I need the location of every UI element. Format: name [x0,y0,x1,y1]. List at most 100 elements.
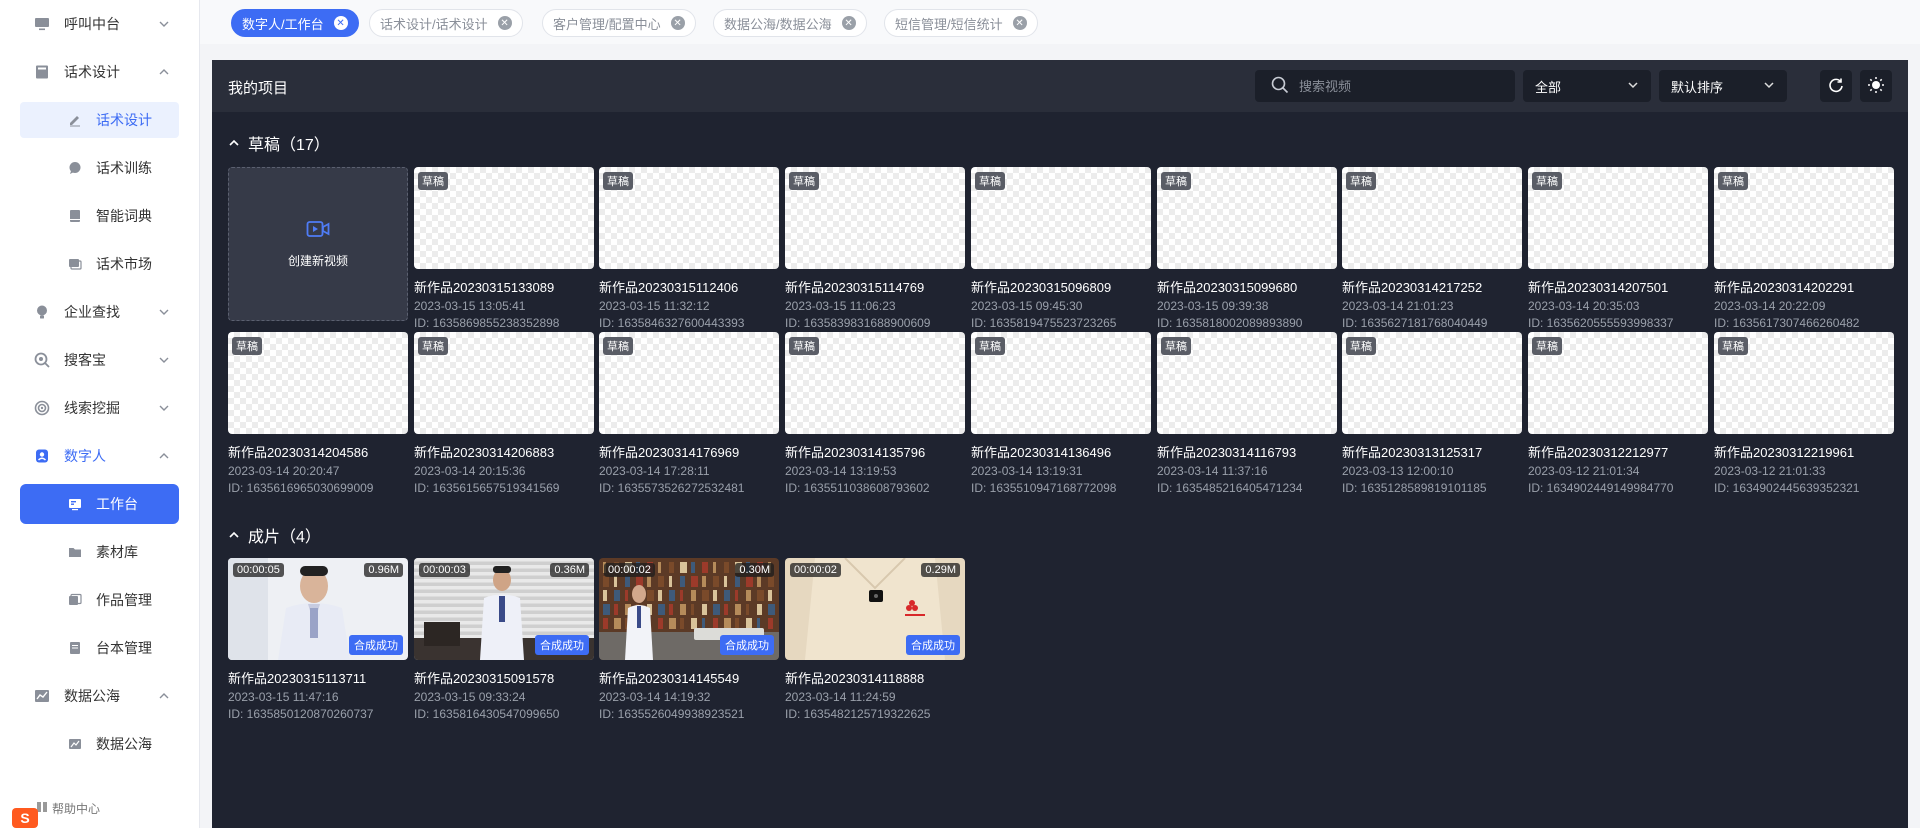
draft-thumbnail[interactable]: 草稿 [1714,167,1894,269]
close-icon[interactable]: ✕ [333,16,348,30]
draft-card[interactable]: 草稿 新作品20230315096809 2023-03-15 09:45:30 ID… [971,167,1151,330]
draft-card[interactable]: 草稿 新作品20230315114769 2023-03-15 11:06:23 ID… [785,167,965,330]
video-thumbnail[interactable]: 00:00:03 0.36M 合成成功 [414,558,594,660]
card-title: 新作品20230314176969 [599,445,740,460]
sun-icon [1867,76,1885,97]
video-card[interactable]: 00:00:02 0.29M 合成成功 新作品20230314118888 2023-0… [785,558,965,721]
draft-card[interactable]: 草稿 新作品20230313125317 2023-03-13 12:00:10 ID… [1342,332,1522,495]
close-icon[interactable]: ✕ [670,16,685,30]
target-icon [34,400,50,416]
chevron-up-icon [157,689,171,703]
draft-thumbnail[interactable]: 草稿 [1714,332,1894,434]
sort-select[interactable]: 默认排序 [1659,70,1787,102]
draft-thumbnail[interactable]: 草稿 [599,332,779,434]
card-id: ID: 1635869855238352898 [414,316,560,330]
draft-card[interactable]: 草稿 新作品20230314136496 2023-03-14 13:19:31 ID… [971,332,1151,495]
video-card[interactable]: 00:00:03 0.36M 合成成功 新作品20230315091578 2023-0… [414,558,594,721]
draft-thumbnail[interactable]: 草稿 [785,167,965,269]
help-center-link[interactable]: 帮助中心 [36,800,100,817]
create-video-button[interactable]: 创建新视频 [228,167,408,321]
draft-card[interactable]: 草稿 新作品20230315112406 2023-03-15 11:32:12 ID… [599,167,779,330]
video-card[interactable]: 00:00:02 0.30M 合成成功 新作品20230314145549 2023-0… [599,558,779,721]
search-treasure-icon [34,352,50,368]
draft-card[interactable]: 草稿 新作品20230315099680 2023-03-15 09:39:38 ID… [1157,167,1337,330]
video-thumbnail[interactable]: 00:00:02 0.30M 合成成功 [599,558,779,660]
refresh-button[interactable] [1820,70,1852,102]
sidebar-group-1[interactable]: 话术设计 [0,48,199,96]
draft-card[interactable]: 草稿 新作品20230315133089 2023-03-15 13:05:41 ID… [414,167,594,330]
draft-thumbnail[interactable]: 草稿 [414,332,594,434]
draft-card[interactable]: 草稿 新作品20230314176969 2023-03-14 17:28:11 ID… [599,332,779,495]
draft-thumbnail[interactable]: 草稿 [785,332,965,434]
search-box[interactable] [1255,70,1515,102]
close-icon[interactable]: ✕ [497,16,512,30]
draft-badge: 草稿 [232,337,262,355]
filter-select[interactable]: 全部 [1523,70,1651,102]
draft-thumbnail[interactable]: 草稿 [971,167,1151,269]
sidebar-item-5-2[interactable]: 作品管理 [0,576,199,624]
draft-thumbnail[interactable]: 草稿 [228,332,408,434]
draft-thumbnail[interactable]: 草稿 [1528,167,1708,269]
script-icon [68,641,82,655]
video-thumbnail[interactable]: 00:00:02 0.29M 合成成功 [785,558,965,660]
chevron-down-icon [157,305,171,319]
draft-card[interactable]: 草稿 新作品20230314206883 2023-03-14 20:15:36 ID… [414,332,594,495]
draft-thumbnail[interactable]: 草稿 [971,332,1151,434]
draft-thumbnail[interactable]: 草稿 [1342,332,1522,434]
card-date: 2023-03-14 13:19:31 [971,464,1083,478]
finished-section-toggle[interactable]: 成片（4） [228,523,321,547]
sidebar-item-label: 话术训练 [96,160,152,176]
sidebar-item-1-0[interactable]: 话术设计 [0,96,199,144]
sidebar-group-4[interactable]: 线索挖掘 [0,384,199,432]
sidebar-item-label: 工作台 [96,496,138,512]
sidebar-item-1-1[interactable]: 话术训练 [0,144,199,192]
draft-thumbnail[interactable]: 草稿 [599,167,779,269]
sidebar-item-1-3[interactable]: 话术市场 [0,240,199,288]
sidebar-item-5-3[interactable]: 台本管理 [0,624,199,672]
draft-card[interactable]: 草稿 新作品20230314202291 2023-03-14 20:22:09 ID… [1714,167,1894,330]
tab-0[interactable]: 数字人/工作台 ✕ [231,9,359,37]
draft-card[interactable]: 草稿 新作品20230314207501 2023-03-14 20:35:03 ID… [1528,167,1708,330]
close-icon[interactable]: ✕ [1012,16,1027,30]
sidebar-group-3[interactable]: 搜客宝 [0,336,199,384]
search-input[interactable] [1299,78,1499,94]
tab-1[interactable]: 话术设计/话术设计 ✕ [369,9,523,37]
card-id: ID: 1635573526272532481 [599,481,745,495]
draft-card[interactable]: 草稿 新作品20230314135796 2023-03-14 13:19:53 ID… [785,332,965,495]
theme-toggle-button[interactable] [1860,70,1892,102]
draft-card[interactable]: 草稿 新作品20230314116793 2023-03-14 11:37:16 ID… [1157,332,1337,495]
draft-card[interactable]: 草稿 新作品20230314204586 2023-03-14 20:20:47 ID… [228,332,408,495]
sidebar-group-6[interactable]: 数据公海 [0,672,199,720]
sidebar-group-2[interactable]: 企业查找 [0,288,199,336]
card-title: 新作品20230314206883 [414,445,555,460]
video-size: 0.36M [550,563,589,577]
draft-thumbnail[interactable]: 草稿 [1342,167,1522,269]
tab-4[interactable]: 短信管理/短信统计 ✕ [884,9,1038,37]
card-id: ID: 1635850120870260737 [228,707,374,721]
video-thumbnail[interactable]: 00:00:05 0.96M 合成成功 [228,558,408,660]
tab-3[interactable]: 数据公海/数据公海 ✕ [713,9,867,37]
draft-thumbnail[interactable]: 草稿 [1528,332,1708,434]
video-card[interactable]: 00:00:05 0.96M 合成成功 新作品20230315113711 2023-0… [228,558,408,721]
card-title: 新作品20230314204586 [228,445,369,460]
draft-card[interactable]: 草稿 新作品20230314217252 2023-03-14 21:01:23 ID… [1342,167,1522,330]
sidebar-item-5-0[interactable]: 工作台 [0,480,199,528]
card-id: ID: 1635818002089893890 [1157,316,1303,330]
draft-card[interactable]: 草稿 新作品20230312212977 2023-03-12 21:01:34 ID… [1528,332,1708,495]
draft-thumbnail[interactable]: 草稿 [1157,167,1337,269]
tab-2[interactable]: 客户管理/配置中心 ✕ [542,9,696,37]
close-icon[interactable]: ✕ [841,16,856,30]
draft-thumbnail[interactable]: 草稿 [414,167,594,269]
sidebar: 呼叫中台 话术设计 话术设计 话术训练 智能词典 话术市场 企业查找 搜客宝 线索挖掘 数字人 工作… [0,0,200,828]
draft-card[interactable]: 草稿 新作品20230312219961 2023-03-12 21:01:33 ID… [1714,332,1894,495]
draft-thumbnail[interactable]: 草稿 [1157,332,1337,434]
sidebar-group-5[interactable]: 数字人 [0,432,199,480]
card-id: ID: 1635620555593998337 [1528,316,1674,330]
sidebar-item-label: 智能词典 [96,208,152,224]
sidebar-group-0[interactable]: 呼叫中台 [0,0,199,48]
card-date: 2023-03-15 11:32:12 [599,299,710,313]
drafts-section-toggle[interactable]: 草稿（17） [228,131,330,155]
sidebar-item-5-1[interactable]: 素材库 [0,528,199,576]
sidebar-item-6-0[interactable]: 数据公海 [0,720,199,768]
sidebar-item-1-2[interactable]: 智能词典 [0,192,199,240]
